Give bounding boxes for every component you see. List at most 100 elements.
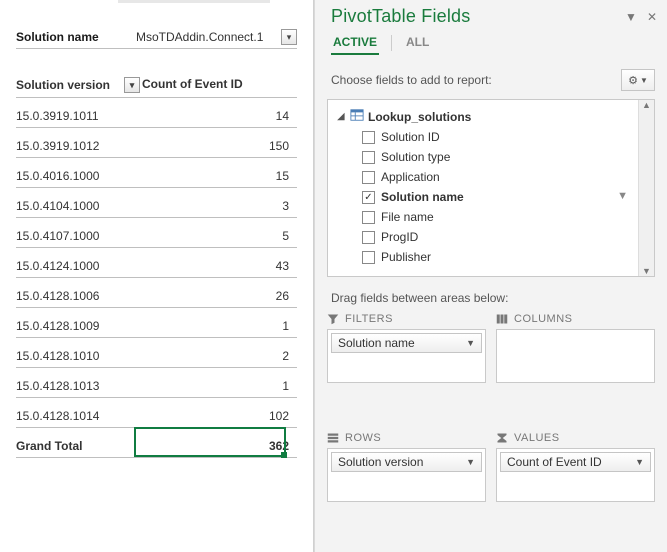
pill-label: Solution name — [338, 336, 415, 350]
area-field-pill[interactable]: Count of Event ID ▼ — [500, 452, 651, 472]
row-label: 15.0.4124.1000 — [16, 259, 142, 277]
area-columns-box[interactable] — [496, 329, 655, 383]
row-label: 15.0.4128.1006 — [16, 289, 142, 307]
table-row[interactable]: 15.0.4128.10131 — [16, 368, 297, 398]
row-value: 1 — [142, 319, 297, 337]
area-rows-box[interactable]: Solution version▼ — [327, 448, 486, 502]
field-item[interactable]: File name — [336, 207, 632, 227]
table-row[interactable]: 15.0.4128.1014102 — [16, 398, 297, 428]
pane-title: PivotTable Fields — [331, 6, 470, 27]
pane-header: PivotTable Fields ▼ ✕ — [315, 0, 667, 27]
field-list-box: ◢ Lookup_solutions Solution ID Solution t… — [327, 99, 655, 277]
row-label: 15.0.4128.1014 — [16, 409, 142, 427]
rows-icon — [327, 432, 339, 444]
table-row[interactable]: 15.0.4128.10102 — [16, 338, 297, 368]
checkbox-icon[interactable] — [362, 251, 375, 264]
table-icon — [350, 108, 364, 125]
table-row[interactable]: 15.0.4128.100626 — [16, 278, 297, 308]
filter-icon — [327, 313, 339, 325]
drag-fields-label: Drag fields between areas below: — [315, 277, 667, 313]
field-item[interactable]: Solution ID — [336, 127, 632, 147]
table-row[interactable]: 15.0.4016.100015 — [16, 158, 297, 188]
area-values-title: VALUES — [514, 432, 560, 444]
worksheet-area: Solution name MsoTDAddin.Connect.1 ▾ Sol… — [0, 0, 314, 552]
row-label: 15.0.3919.1011 — [16, 109, 142, 127]
area-filters-box[interactable]: Solution name ▼ — [327, 329, 486, 383]
gear-icon: ⚙ — [628, 74, 638, 87]
pivot-value-header: Count of Event ID — [142, 73, 297, 97]
checkbox-icon[interactable] — [362, 131, 375, 144]
collapse-icon[interactable]: ◢ — [336, 111, 346, 122]
field-name: ProgID — [381, 230, 418, 244]
table-row[interactable]: 15.0.4128.10091 — [16, 308, 297, 338]
area-values-box[interactable]: Count of Event ID ▼ — [496, 448, 655, 502]
close-icon[interactable]: ✕ — [647, 10, 657, 24]
choose-fields-row: Choose fields to add to report: ⚙ ▼ — [315, 55, 667, 99]
field-item[interactable]: Solution name ▼ — [336, 187, 632, 207]
table-row[interactable]: 15.0.3919.101114 — [16, 98, 297, 128]
row-label: 15.0.4016.1000 — [16, 169, 142, 187]
row-value: 15 — [142, 169, 297, 187]
pivot-header-row: Solution version ▾ Count of Event ID — [16, 73, 297, 98]
field-item[interactable]: Publisher — [336, 247, 632, 267]
chevron-down-icon[interactable]: ▼ — [466, 338, 475, 348]
checkbox-icon[interactable] — [362, 211, 375, 224]
chevron-down-icon[interactable]: ▼ — [466, 457, 475, 467]
table-row[interactable]: 15.0.3919.1012150 — [16, 128, 297, 158]
field-name: Solution ID — [381, 130, 440, 144]
pane-options-icon[interactable]: ▼ — [625, 10, 637, 24]
area-field-pill[interactable]: Solution name ▼ — [331, 333, 482, 353]
row-value: 3 — [142, 199, 297, 217]
table-row[interactable]: 15.0.4107.10005 — [16, 218, 297, 248]
table-node[interactable]: ◢ Lookup_solutions — [336, 106, 632, 127]
checkbox-icon[interactable] — [362, 171, 375, 184]
tab-active[interactable]: ACTIVE — [331, 31, 379, 55]
pane-window-buttons: ▼ ✕ — [625, 10, 657, 24]
pivot-filter-label: Solution name — [16, 26, 136, 48]
row-value: 14 — [142, 109, 297, 127]
pivot-row-header[interactable]: Solution version ▾ — [16, 73, 142, 97]
filter-dropdown-icon[interactable]: ▾ — [281, 29, 297, 45]
field-item[interactable]: ProgID — [336, 227, 632, 247]
row-dropdown-icon[interactable]: ▾ — [124, 77, 140, 93]
row-label: 15.0.4128.1009 — [16, 319, 142, 337]
table-row[interactable]: 15.0.4124.100043 — [16, 248, 297, 278]
chevron-down-icon: ▼ — [640, 76, 648, 85]
chevron-down-icon[interactable]: ▼ — [635, 457, 644, 467]
field-list-scrollbar[interactable]: ▲ ▼ — [638, 100, 654, 276]
tab-all[interactable]: ALL — [404, 31, 431, 55]
row-label: 15.0.3919.1012 — [16, 139, 142, 157]
field-name: Application — [381, 170, 440, 184]
checkbox-icon[interactable] — [362, 231, 375, 244]
field-name: File name — [381, 210, 434, 224]
pivot-grand-total-row: Grand Total 362 — [16, 428, 297, 458]
field-item[interactable]: Solution type — [336, 147, 632, 167]
pivot-data-rows: 15.0.3919.10111415.0.3919.101215015.0.40… — [16, 98, 297, 428]
values-icon — [496, 432, 508, 444]
area-values: VALUES Count of Event ID ▼ — [496, 432, 655, 541]
row-label: 15.0.4128.1013 — [16, 379, 142, 397]
pivot-filter-cell[interactable]: MsoTDAddin.Connect.1 ▾ — [136, 26, 297, 48]
pivot-filter-value: MsoTDAddin.Connect.1 — [136, 28, 263, 46]
row-value: 26 — [142, 289, 297, 307]
scroll-up-icon[interactable]: ▲ — [642, 100, 651, 110]
row-label: 15.0.4104.1000 — [16, 199, 142, 217]
area-field-pill[interactable]: Solution version▼ — [331, 452, 482, 472]
field-filter-icon[interactable]: ▼ — [617, 190, 628, 202]
area-rows-title: ROWS — [345, 432, 381, 444]
pill-label: Count of Event ID — [507, 455, 602, 469]
scroll-down-icon[interactable]: ▼ — [642, 266, 651, 276]
row-value: 2 — [142, 349, 297, 367]
row-value: 1 — [142, 379, 297, 397]
fields-layout-button[interactable]: ⚙ ▼ — [621, 69, 655, 91]
checkbox-icon[interactable] — [362, 151, 375, 164]
row-value: 150 — [142, 139, 297, 157]
pivot-filter-row: Solution name MsoTDAddin.Connect.1 ▾ — [16, 26, 297, 49]
row-label: 15.0.4107.1000 — [16, 229, 142, 247]
field-name: Solution name — [381, 190, 464, 204]
field-list: ◢ Lookup_solutions Solution ID Solution t… — [328, 100, 638, 276]
row-value: 102 — [142, 409, 297, 427]
field-item[interactable]: Application — [336, 167, 632, 187]
table-row[interactable]: 15.0.4104.10003 — [16, 188, 297, 218]
checkbox-icon[interactable] — [362, 191, 375, 204]
